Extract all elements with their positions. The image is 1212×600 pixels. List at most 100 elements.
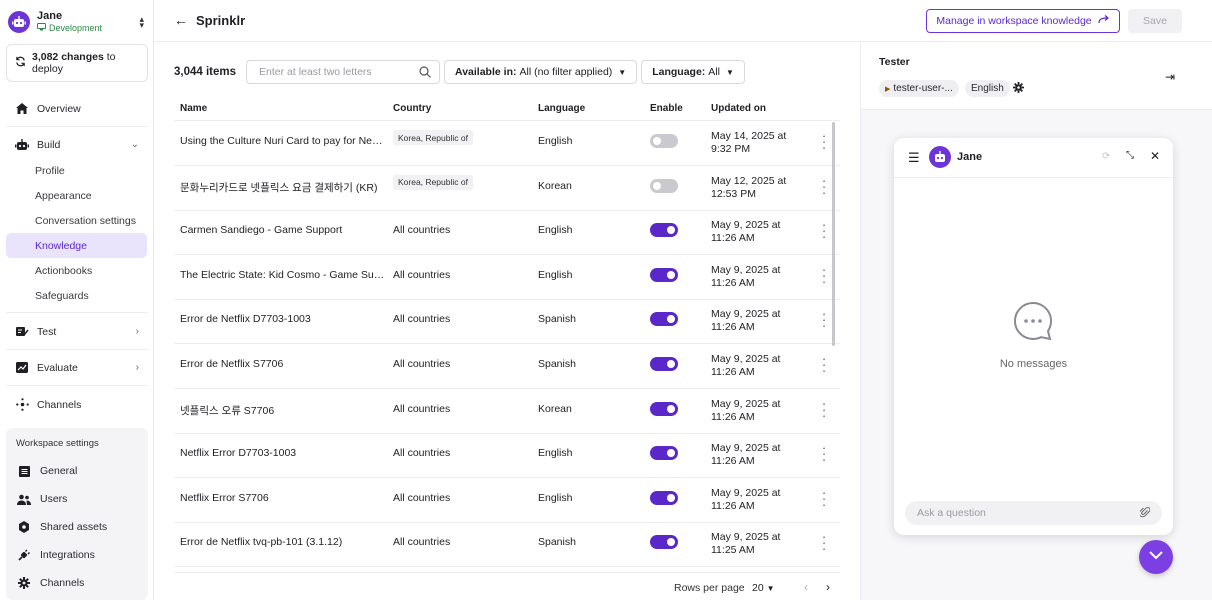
ask-question-input[interactable] (917, 507, 1117, 519)
next-page-icon[interactable]: › (826, 580, 830, 594)
tester-language-chip[interactable]: English (965, 80, 1010, 97)
more-options-icon[interactable]: · · · (819, 397, 829, 422)
column-header-country[interactable]: Country (393, 96, 431, 120)
more-options-icon[interactable]: · · · (819, 486, 829, 511)
search-input[interactable] (259, 66, 410, 78)
name-cell[interactable]: Error de Netflix tvq-pb-101 (3.1.12) (180, 536, 385, 548)
table-row[interactable]: Netflix Error S7706 All countries Englis… (174, 478, 840, 522)
language-cell: Korean (538, 179, 572, 192)
language-cell: Korean (538, 402, 572, 415)
name-cell[interactable]: Netflix Error D7703-1003 (180, 447, 385, 459)
table-row[interactable]: Carmen Sandiego - Game Support All count… (174, 210, 840, 254)
table-row[interactable]: Error de Netflix tvq-pb-101 (3.1.12) All… (174, 522, 840, 566)
more-options-icon[interactable]: · · · (819, 441, 829, 466)
name-cell[interactable]: Carmen Sandiego - Game Support (180, 224, 385, 236)
more-options-icon[interactable]: · · · (819, 263, 829, 288)
table-row[interactable]: The Electric State: Kid Cosmo - Game Sup… (174, 255, 840, 299)
more-options-icon[interactable]: · · · (819, 129, 829, 154)
nav-test[interactable]: Test › (6, 319, 147, 344)
more-options-icon[interactable]: · · · (819, 530, 829, 555)
column-header-updated-on[interactable]: Updated on (711, 96, 766, 120)
table-row[interactable]: Using the Culture Nuri Card to pay for N… (174, 121, 840, 165)
nav-test-label: Test (37, 325, 57, 338)
ws-integrations[interactable]: Integrations (16, 545, 95, 565)
toggle-knob (667, 449, 675, 458)
toggle-knob (653, 181, 661, 190)
enable-toggle[interactable] (650, 357, 678, 371)
nav-conversation-settings[interactable]: Conversation settings (6, 208, 147, 233)
nav-build[interactable]: Build ⌄ (6, 132, 147, 157)
nav-profile[interactable]: Profile (6, 158, 147, 183)
name-cell[interactable]: Error de Netflix S7706 (180, 358, 385, 370)
more-options-icon[interactable]: · · · (819, 174, 829, 199)
chevron-down-icon: ▼ (618, 67, 627, 77)
name-cell[interactable]: Using the Culture Nuri Card to pay for N… (180, 135, 385, 147)
name-cell[interactable]: 문화누리카드로 넷플릭스 요금 결제하기 (KR) (180, 180, 385, 195)
nav-safeguards[interactable]: Safeguards (6, 283, 147, 308)
table-row[interactable]: Error de Netflix D7703-1003 All countrie… (174, 299, 840, 343)
more-options-icon[interactable]: · · · (819, 218, 829, 243)
deploy-changes-button[interactable]: 3,082 changes to deploy (6, 44, 148, 82)
table-row[interactable]: Error de Netflix S7706 All countries Spa… (174, 344, 840, 388)
nav-knowledge[interactable]: Knowledge (6, 233, 147, 258)
more-options-icon[interactable]: · · · (819, 352, 829, 377)
enable-toggle[interactable] (650, 178, 678, 193)
ask-box[interactable] (905, 501, 1162, 525)
table-row[interactable]: 넷플릭스 오류 S7706 All countries Korean May 9… (174, 389, 840, 433)
country-cell: All countries (393, 402, 451, 415)
enable-toggle[interactable] (650, 267, 678, 282)
table-row[interactable]: Netflix Error D7703-1003 All countries E… (174, 433, 840, 477)
refresh-icon[interactable]: ⟳ (1102, 151, 1110, 162)
nav-appearance[interactable]: Appearance (6, 183, 147, 208)
enable-toggle[interactable] (650, 223, 678, 238)
menu-icon[interactable]: ☰ (908, 150, 920, 166)
attachment-icon[interactable] (1138, 506, 1151, 521)
ws-general[interactable]: General (16, 461, 77, 481)
updated-on-cell: May 9, 2025 at 11:26 AM (711, 264, 801, 290)
expand-icon[interactable]: ⤡ (1126, 150, 1134, 161)
language-cell: English (538, 447, 573, 460)
nav-channels[interactable]: Channels (6, 392, 147, 417)
enable-toggle[interactable] (650, 401, 678, 416)
nav-actionbooks[interactable]: Actionbooks (6, 258, 147, 283)
enable-toggle[interactable] (650, 490, 678, 505)
language-cell: Spanish (538, 313, 576, 326)
collapse-panel-icon[interactable]: ⇥ (1165, 70, 1175, 84)
country-cell: All countries (393, 268, 451, 281)
available-in-filter[interactable]: Available in: All (no filter applied) ▼ (444, 60, 638, 84)
name-cell[interactable]: The Electric State: Kid Cosmo - Game Sup… (180, 269, 385, 281)
table-row[interactable]: 문화누리카드로 넷플릭스 요금 결제하기 (KR) Korea, Republi… (174, 166, 840, 210)
rows-per-page-select[interactable]: 20 ▼ (752, 582, 775, 594)
rows-per-page-label: Rows per page (674, 582, 745, 594)
save-button[interactable]: Save (1128, 9, 1182, 33)
language-filter[interactable]: Language: All ▼ (641, 60, 745, 84)
enable-toggle[interactable] (650, 535, 678, 550)
column-header-enable[interactable]: Enable (650, 96, 683, 120)
back-arrow-icon[interactable]: ← (174, 12, 188, 28)
nav-overview[interactable]: Overview (6, 96, 147, 121)
enable-toggle[interactable] (650, 312, 678, 327)
name-cell[interactable]: 넷플릭스 오류 S7706 (180, 403, 385, 418)
enable-toggle[interactable] (650, 134, 678, 148)
ws-channels[interactable]: Channels (16, 573, 84, 593)
column-header-language[interactable]: Language (538, 96, 585, 120)
column-header-name[interactable]: Name (180, 96, 207, 120)
nav-evaluate[interactable]: Evaluate › (6, 355, 147, 380)
updated-date: May 9, 2025 at (711, 397, 781, 410)
name-cell[interactable]: Error de Netflix D7703-1003 (180, 313, 385, 325)
enable-toggle[interactable] (650, 446, 678, 461)
search-box[interactable] (246, 60, 441, 84)
close-icon[interactable]: ✕ (1150, 149, 1160, 163)
ws-shared-assets[interactable]: Shared assets (16, 517, 107, 537)
previous-page-icon[interactable]: ‹ (804, 580, 808, 594)
manage-in-workspace-knowledge-button[interactable]: Manage in workspace knowledge (926, 9, 1120, 33)
tester-user-chip[interactable]: ▶ tester-user-... (879, 80, 959, 97)
more-options-icon[interactable]: · · · (819, 307, 829, 332)
gear-icon[interactable] (1013, 82, 1024, 96)
table-scrollbar[interactable] (832, 122, 835, 346)
chat-bubble-icon (1012, 300, 1054, 345)
workspace-switcher[interactable]: Jane Development ▴ ▾ (8, 6, 148, 38)
ws-users[interactable]: Users (16, 489, 67, 509)
name-cell[interactable]: Netflix Error S7706 (180, 492, 385, 504)
chat-launcher-button[interactable] (1139, 540, 1173, 574)
